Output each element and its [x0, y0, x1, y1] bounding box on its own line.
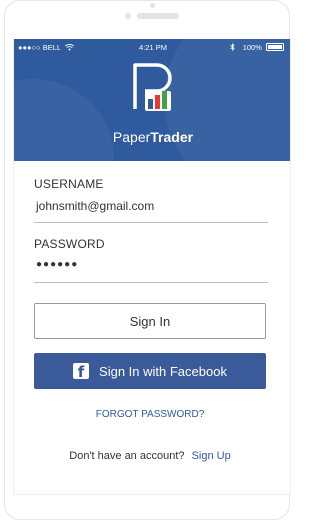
- sign-in-label: Sign In: [129, 313, 171, 329]
- front-camera: [125, 13, 131, 19]
- facebook-sign-in-button[interactable]: f Sign In with Facebook: [34, 353, 266, 389]
- bluetooth-icon: [229, 43, 235, 51]
- signup-prompt: Don't have an account? Sign Up: [34, 450, 266, 462]
- phone-frame: ●●●○○ BELL 4:21 PM 100% PaperTrader USER…: [4, 0, 291, 520]
- earpiece-speaker: [137, 13, 179, 19]
- app-name: PaperTrader: [14, 129, 290, 145]
- status-bar: ●●●○○ BELL 4:21 PM 100%: [14, 43, 290, 55]
- background-circle: [14, 79, 114, 161]
- battery-percent: 100%: [242, 43, 262, 52]
- password-label: PASSWORD: [34, 237, 105, 251]
- facebook-icon: f: [73, 363, 90, 381]
- forgot-password-link[interactable]: FORGOT PASSWORD?: [34, 409, 266, 420]
- password-underline: [34, 282, 268, 283]
- header-banner: ●●●○○ BELL 4:21 PM 100% PaperTrader: [14, 39, 290, 161]
- no-account-text: Don't have an account?: [69, 450, 185, 462]
- facebook-sign-in-label: Sign In with Facebook: [99, 363, 227, 379]
- status-right: 100%: [229, 43, 284, 52]
- sign-up-link[interactable]: Sign Up: [192, 450, 231, 462]
- password-input[interactable]: ●●●●●●: [36, 259, 78, 270]
- app-screen: ●●●○○ BELL 4:21 PM 100% PaperTrader USER…: [13, 39, 291, 495]
- app-name-regular: Paper: [112, 129, 151, 145]
- sensor-dot: [150, 3, 155, 8]
- username-label: USERNAME: [34, 177, 104, 191]
- username-underline: [34, 222, 268, 223]
- sign-in-button[interactable]: Sign In: [34, 303, 266, 339]
- papertrader-logo: [133, 63, 172, 111]
- username-input[interactable]: johnsmith@gmail.com: [36, 199, 154, 213]
- battery-icon: [266, 43, 284, 51]
- app-name-bold: Trader: [150, 129, 194, 145]
